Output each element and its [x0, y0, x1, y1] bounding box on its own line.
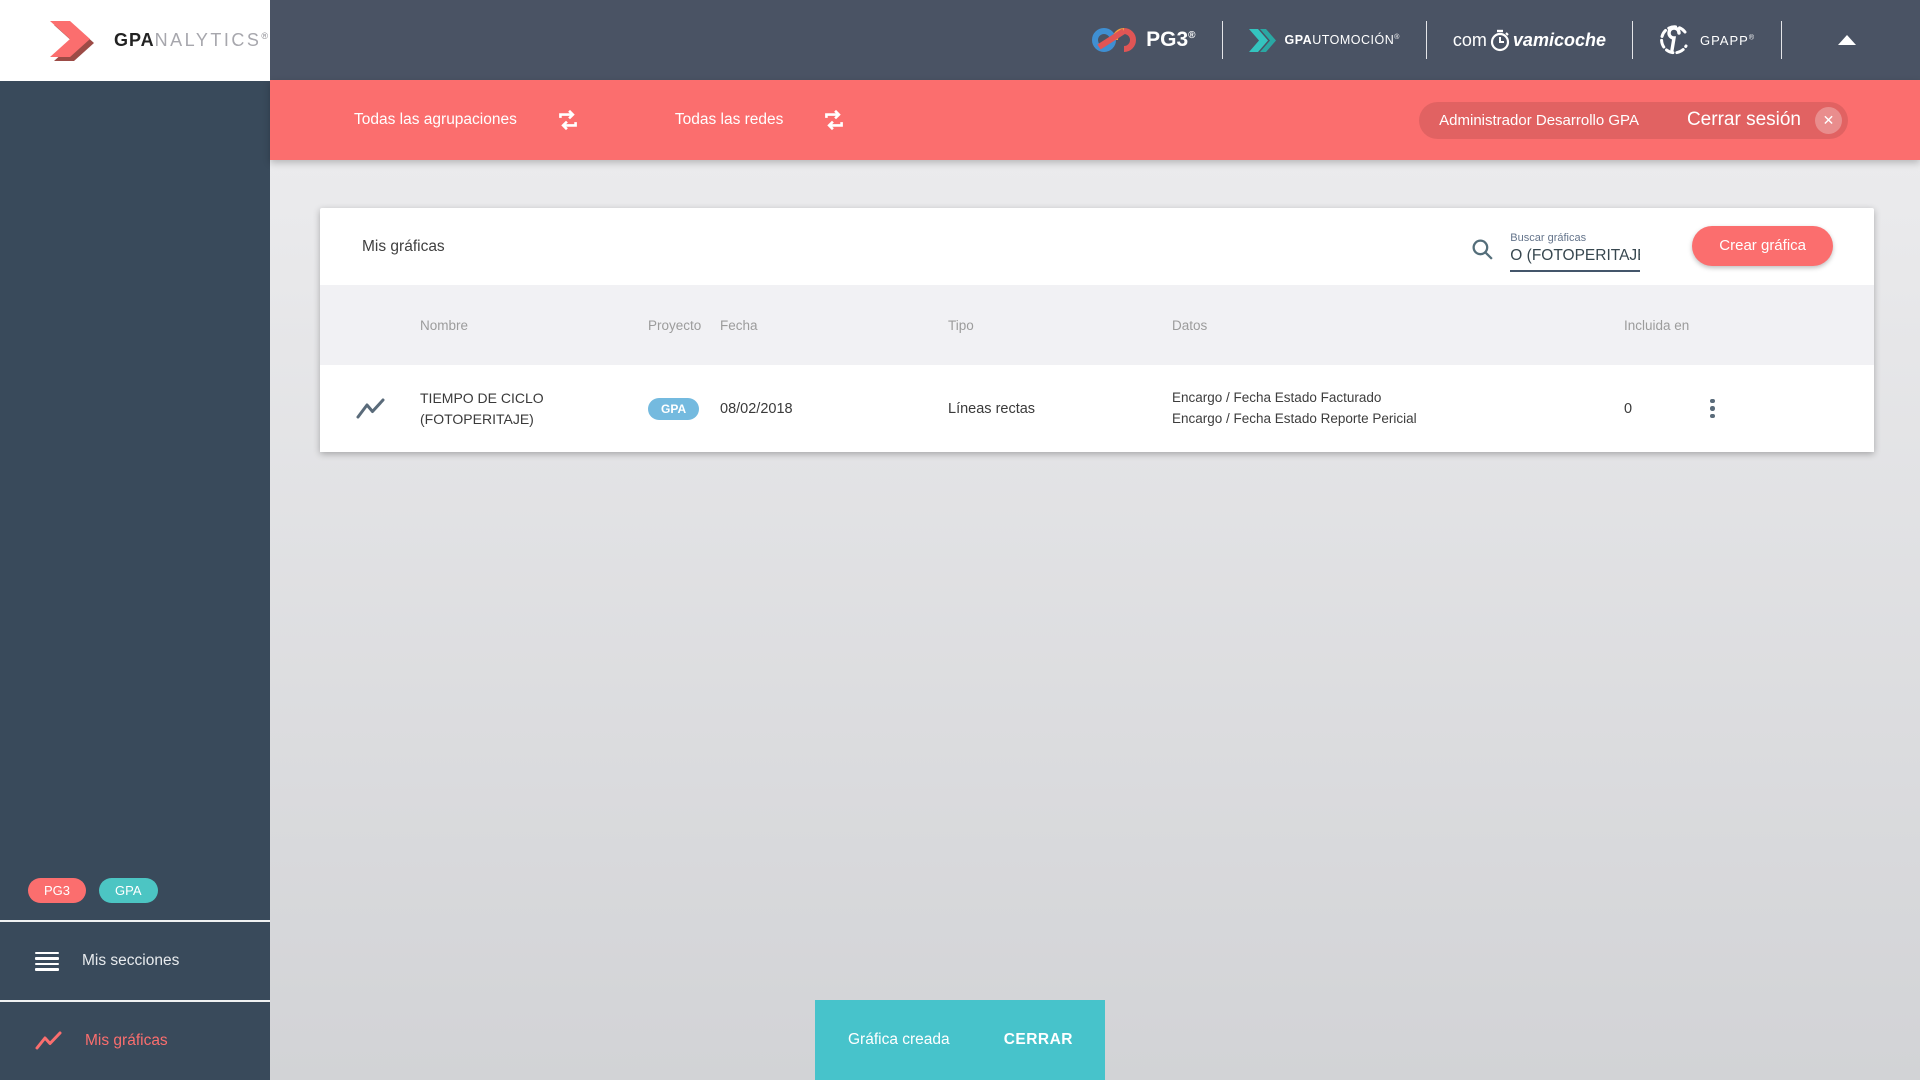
sidebar-item-label: Mis secciones — [82, 952, 180, 969]
snackbar-close-button[interactable]: CERRAR — [1004, 1031, 1073, 1049]
badge-gpa[interactable]: GPA — [99, 878, 158, 903]
search-input-value[interactable]: O (FOTOPERITAJE) — [1510, 247, 1641, 272]
col-header-incluida-en: Incluida en — [1624, 317, 1690, 333]
menu-icon — [35, 951, 59, 971]
graficas-card: Mis gráficas Buscar gráficas O (FOTOPERI… — [320, 208, 1874, 452]
gpapp-wrench-icon — [1660, 25, 1688, 55]
app-logo-text: GPANALYTICS® — [114, 30, 269, 51]
pg3-label: PG3® — [1146, 28, 1196, 51]
create-grafica-button[interactable]: Crear gráfica — [1692, 225, 1833, 266]
search-icon[interactable] — [1470, 237, 1495, 262]
header-divider — [1631, 21, 1633, 59]
swap-redes-icon[interactable] — [821, 107, 847, 133]
proyecto-badge: GPA — [648, 397, 700, 420]
search-input[interactable]: Buscar gráficas O (FOTOPERITAJE) — [1510, 231, 1641, 272]
brand-comprovamicoche[interactable]: com vamicoche — [1453, 28, 1606, 52]
cell-fecha: 08/02/2018 — [720, 400, 793, 417]
sidebar: PG3 GPA Mis secciones Mis gráficas — [0, 81, 270, 1080]
stopwatch-icon — [1490, 29, 1510, 52]
cell-incluida-en: 0 — [1624, 400, 1633, 417]
page-title: Mis gráficas — [362, 237, 445, 255]
filter-toolbar: Todas las agrupaciones Todas las redes A… — [270, 80, 1920, 160]
brand-gpapp[interactable]: GPAPP® — [1659, 24, 1755, 56]
sidebar-item-label: Mis gráficas — [85, 1032, 168, 1049]
sidebar-item-mis-graficas[interactable]: Mis gráficas — [0, 1000, 270, 1080]
snackbar: Gráfica creada CERRAR — [815, 1000, 1105, 1080]
agrupaciones-filter[interactable]: Todas las agrupaciones — [354, 111, 517, 129]
card-header: Mis gráficas Buscar gráficas O (FOTOPERI… — [320, 208, 1874, 285]
logo-reg: ® — [261, 31, 269, 41]
pg3-infinity-icon — [1092, 28, 1137, 52]
logo-light: NALYTICS — [154, 30, 262, 50]
gpanalytics-arrow-icon — [50, 20, 94, 61]
cell-tipo: Líneas rectas — [948, 400, 1036, 417]
table-row[interactable]: TIEMPO DE CICLO (FOTOPERITAJE) GPA 08/02… — [320, 365, 1874, 452]
line-chart-icon — [35, 1031, 62, 1050]
snackbar-message: Gráfica creada — [848, 1031, 950, 1048]
logo-bold: GPA — [114, 30, 155, 50]
gpautomocion-label: GPAUTOMOCIÓN® — [1284, 33, 1400, 47]
brand-gpautomocion[interactable]: GPAUTOMOCIÓN® — [1248, 28, 1400, 52]
row-menu-kebab-icon[interactable] — [1702, 398, 1732, 419]
header-divider — [1425, 21, 1427, 59]
header-divider — [1781, 21, 1782, 59]
comprovamicoche-label: com vamicoche — [1453, 28, 1606, 52]
badge-pg3[interactable]: PG3 — [28, 878, 87, 903]
cell-datos: Encargo / Fecha Estado Facturado Encargo… — [1172, 388, 1552, 430]
col-header-tipo: Tipo — [948, 317, 974, 333]
logout-label: Cerrar sesión — [1686, 109, 1801, 130]
card-header-actions: Buscar gráficas O (FOTOPERITAJE) Crear g… — [1470, 225, 1833, 272]
swap-agrupaciones-icon[interactable] — [555, 107, 581, 133]
app-logo[interactable]: GPANALYTICS® — [0, 0, 270, 81]
datos-line: Encargo / Fecha Estado Reporte Pericial — [1172, 410, 1417, 426]
line-chart-icon — [355, 397, 386, 421]
cell-proyecto: GPA — [648, 397, 720, 420]
brand-pg3[interactable]: PG3® — [1091, 24, 1196, 56]
gpapp-label: GPAPP® — [1699, 32, 1755, 48]
top-header: PG3® GPAUTOMOCIÓN® com vamicoche GPAPP® — [270, 0, 1920, 80]
search-input-label: Buscar gráficas — [1510, 231, 1587, 244]
main-content: Mis gráficas Buscar gráficas O (FOTOPERI… — [270, 160, 1920, 1080]
col-header-datos: Datos — [1172, 317, 1208, 333]
sidebar-item-mis-secciones[interactable]: Mis secciones — [0, 920, 270, 1000]
gpautomocion-arrow-icon — [1248, 28, 1276, 52]
session-pill: Administrador Desarrollo GPA Cerrar sesi… — [1419, 101, 1848, 139]
sidebar-badges: PG3 GPA — [0, 878, 270, 920]
cell-nombre: TIEMPO DE CICLO (FOTOPERITAJE) — [420, 390, 544, 427]
redes-filter[interactable]: Todas las redes — [675, 111, 784, 129]
logout-button[interactable]: Cerrar sesión ✕ — [1686, 106, 1842, 134]
datos-line: Encargo / Fecha Estado Facturado — [1172, 389, 1382, 405]
col-header-fecha: Fecha — [720, 317, 758, 333]
col-header-nombre: Nombre — [420, 317, 469, 333]
col-header-proyecto: Proyecto — [648, 317, 702, 333]
header-divider — [1221, 21, 1223, 59]
collapse-header-caret-icon[interactable] — [1838, 35, 1856, 45]
logout-close-icon: ✕ — [1815, 106, 1842, 134]
table-header-row: Nombre Proyecto Fecha Tipo Datos Incluid… — [320, 285, 1874, 365]
current-user-label[interactable]: Administrador Desarrollo GPA — [1439, 112, 1639, 129]
